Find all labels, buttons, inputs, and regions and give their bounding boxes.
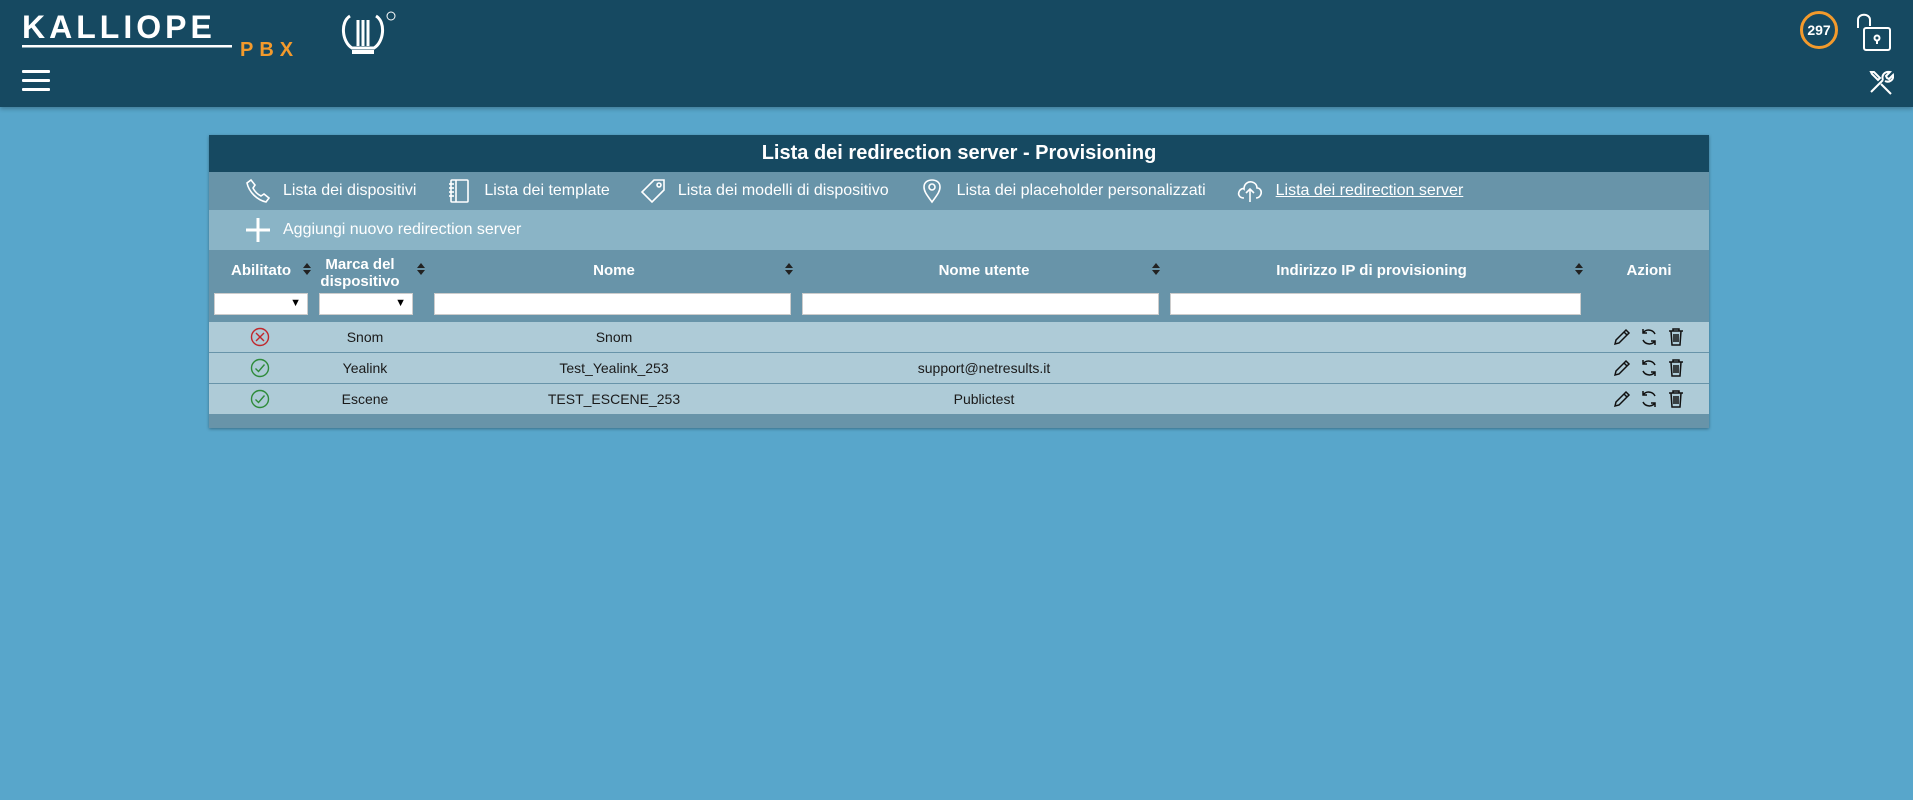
nav-label: Lista dei redirection server	[1275, 182, 1464, 199]
nav-label: Lista dei placeholder personalizzati	[956, 182, 1206, 199]
nav-label: Lista dei modelli di dispositivo	[677, 182, 889, 199]
trash-icon[interactable]	[1666, 358, 1686, 378]
cell-name: TEST_ESCENE_253	[547, 391, 681, 407]
page-title: Lista dei redirection server - Provision…	[209, 135, 1709, 172]
dropdown-arrow-icon: ▼	[290, 297, 301, 309]
refresh-icon[interactable]	[1639, 327, 1659, 347]
trash-icon[interactable]	[1666, 327, 1686, 347]
logo-sub: PBX	[240, 39, 299, 60]
top-bar: KALLIOPE PBX 297	[0, 0, 1913, 107]
col-header-brand[interactable]: Marca del dispositivo	[318, 256, 402, 290]
col-header-ip[interactable]: Indirizzo IP di provisioning	[1169, 262, 1574, 279]
enabled-check-icon	[250, 389, 270, 409]
lock-open-icon[interactable]	[1854, 10, 1894, 52]
filter-name-input[interactable]	[434, 293, 791, 315]
refresh-icon[interactable]	[1639, 358, 1659, 378]
logo-text: KALLIOPE	[22, 10, 216, 45]
sort-icon[interactable]	[784, 262, 794, 276]
cell-username: support@netresults.it	[917, 360, 1051, 376]
cell-brand: Yealink	[342, 360, 388, 376]
cell-name: Test_Yealink_253	[559, 360, 669, 376]
sort-icon[interactable]	[416, 262, 426, 276]
kalliope-logo[interactable]: KALLIOPE PBX	[22, 10, 402, 60]
filter-ip-input[interactable]	[1170, 293, 1581, 315]
cell-ip	[1169, 322, 1579, 352]
disabled-x-icon	[250, 327, 270, 347]
table-row: Snom Snom	[209, 322, 1709, 353]
edit-pencil-icon[interactable]	[1612, 327, 1632, 347]
filter-brand-select[interactable]: ▼	[319, 293, 413, 315]
nav-label: Lista dei dispositivi	[283, 182, 417, 199]
nav-device-model-list[interactable]: Lista dei modelli di dispositivo	[640, 178, 889, 204]
sort-icon[interactable]	[302, 262, 312, 276]
nav-template-list[interactable]: Lista dei template	[446, 178, 610, 204]
refresh-icon[interactable]	[1639, 389, 1659, 409]
col-header-actions: Azioni	[1626, 262, 1672, 279]
redirection-server-panel: Lista dei redirection server - Provision…	[209, 135, 1709, 428]
menu-icon[interactable]	[22, 70, 50, 94]
add-redirection-server-button[interactable]: Aggiungi nuovo redirection server	[245, 217, 521, 243]
cell-ip	[1169, 384, 1579, 414]
col-header-enabled[interactable]: Abilitato	[213, 262, 309, 279]
cell-username: Publictest	[953, 391, 1015, 407]
edit-pencil-icon[interactable]	[1612, 358, 1632, 378]
cell-brand: Escene	[341, 391, 389, 407]
trash-icon[interactable]	[1666, 389, 1686, 409]
provisioning-nav: Lista dei dispositivi Lista dei template…	[209, 172, 1709, 210]
counter-badge[interactable]: 297	[1800, 11, 1838, 49]
filter-username-input[interactable]	[802, 293, 1159, 315]
cell-username	[804, 322, 1164, 352]
cell-ip	[1169, 353, 1579, 383]
lyre-icon	[342, 14, 384, 54]
nav-redirection-server-list[interactable]: Lista dei redirection server	[1236, 178, 1464, 204]
table-row: Yealink Test_Yealink_253 support@netresu…	[209, 353, 1709, 384]
table-row: Escene TEST_ESCENE_253 Publictest	[209, 384, 1709, 415]
cell-brand: Snom	[346, 329, 384, 345]
phone-icon	[246, 178, 271, 203]
notebook-icon	[449, 179, 470, 203]
col-header-username[interactable]: Nome utente	[804, 262, 1164, 279]
add-label: Aggiungi nuovo redirection server	[283, 221, 522, 238]
edit-pencil-icon[interactable]	[1612, 389, 1632, 409]
cloud-upload-icon	[1237, 181, 1262, 202]
cell-name: Snom	[595, 329, 633, 345]
table-footer	[209, 415, 1709, 428]
sort-icon[interactable]	[1574, 262, 1584, 276]
nav-device-list[interactable]: Lista dei dispositivi	[245, 178, 416, 204]
nav-placeholder-list[interactable]: Lista dei placeholder personalizzati	[919, 178, 1206, 204]
dropdown-arrow-icon: ▼	[395, 297, 406, 309]
plus-icon	[246, 218, 270, 242]
add-row: Aggiungi nuovo redirection server	[209, 210, 1709, 250]
sort-icon[interactable]	[1151, 262, 1161, 276]
map-pin-icon	[922, 179, 941, 204]
tools-icon[interactable]	[1868, 69, 1894, 95]
enabled-check-icon	[250, 358, 270, 378]
filter-enabled-select[interactable]: ▼	[214, 293, 308, 315]
nav-label: Lista dei template	[484, 182, 610, 199]
col-header-name[interactable]: Nome	[434, 262, 794, 279]
table-header: Abilitato Marca del dispositivo Nome Nom…	[209, 250, 1709, 322]
tag-icon	[640, 179, 665, 204]
